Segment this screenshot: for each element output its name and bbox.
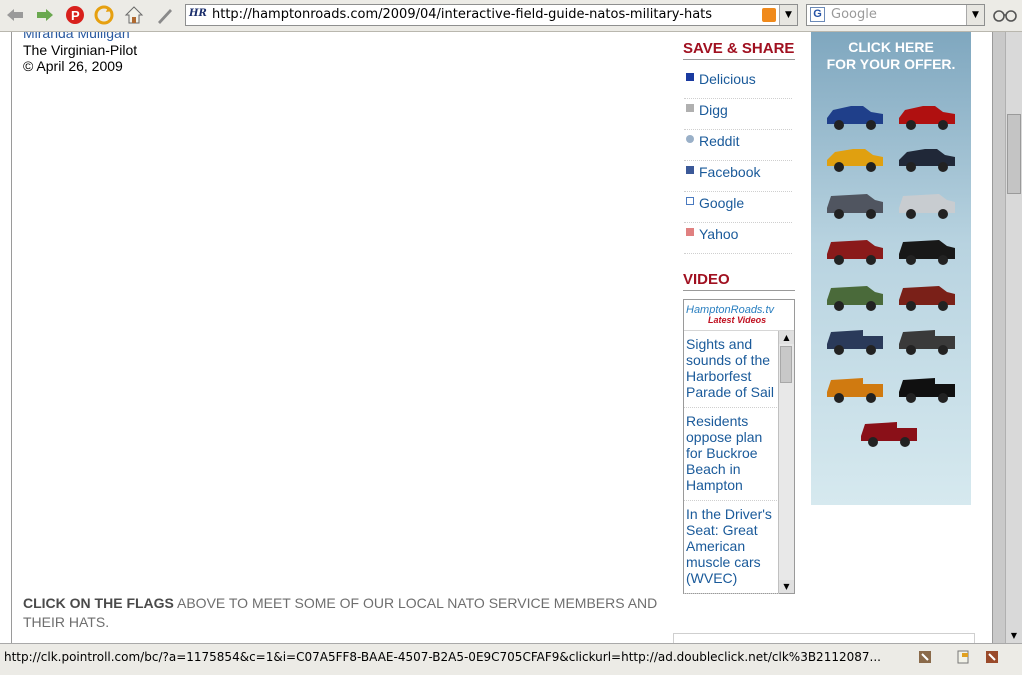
digg-icon: [686, 104, 694, 112]
byline-organization: The Virginian-Pilot: [23, 42, 138, 58]
video-scroll-thumb[interactable]: [780, 346, 792, 383]
forward-arrow-icon: [37, 9, 53, 21]
home-button[interactable]: [123, 4, 145, 26]
car-image: [899, 286, 955, 311]
share-item-label[interactable]: Google: [699, 195, 744, 211]
google-icon: [686, 197, 694, 205]
edit-button[interactable]: [154, 4, 176, 26]
google-engine-icon[interactable]: G: [810, 7, 825, 22]
page-scroll-thumb[interactable]: [1007, 114, 1021, 194]
status-bar: http://clk.pointroll.com/bc/?a=1175854&c…: [0, 643, 1022, 675]
latest-videos-label: Latest Videos: [708, 315, 767, 325]
car-image: [899, 194, 955, 219]
scroll-up-arrow-icon[interactable]: ▲: [779, 331, 794, 344]
search-dropdown-button[interactable]: ▼: [966, 5, 984, 25]
share-item-digg[interactable]: Digg: [684, 99, 792, 130]
save-share-heading: SAVE & SHARE: [683, 40, 795, 60]
video-link[interactable]: Residents oppose plan for Buckroe Beach …: [684, 408, 779, 501]
video-list-scrollbar[interactable]: ▲ ▼: [778, 331, 794, 593]
video-heading: VIDEO: [683, 271, 795, 291]
scroll-down-arrow-icon[interactable]: ▼: [779, 580, 794, 593]
car-image: [861, 422, 917, 447]
car-image: [827, 286, 883, 311]
find-button[interactable]: [992, 4, 1018, 26]
car-image: [899, 240, 955, 265]
car-image: [899, 106, 955, 130]
car-image: [827, 330, 883, 355]
back-arrow-icon: [7, 9, 23, 21]
car-image: [827, 106, 883, 130]
right-margin: [993, 32, 1005, 643]
rss-icon[interactable]: [762, 8, 776, 22]
addon-icon[interactable]: [985, 650, 999, 664]
share-item-yahoo[interactable]: Yahoo: [684, 223, 792, 254]
forward-button[interactable]: [34, 4, 56, 26]
ad-headline-2[interactable]: FOR YOUR OFFER.: [811, 56, 971, 72]
reload-button[interactable]: [93, 4, 115, 26]
page-scrollbar[interactable]: ▼: [1005, 32, 1022, 643]
glasses-icon: [993, 10, 1017, 22]
video-link[interactable]: Sights and sounds of the Harborfest Para…: [684, 331, 779, 408]
page-info-icon[interactable]: [918, 650, 932, 664]
home-icon: [124, 6, 144, 24]
car-image: [827, 240, 883, 265]
yahoo-icon: [686, 228, 694, 236]
flags-instructions: CLICK ON THE FLAGS ABOVE TO MEET SOME OF…: [23, 594, 683, 632]
back-button[interactable]: [4, 4, 26, 26]
video-list: Sights and sounds of the Harborfest Para…: [684, 331, 779, 594]
share-item-label[interactable]: Facebook: [699, 164, 760, 180]
car-image: [827, 378, 883, 403]
reddit-icon: [686, 135, 694, 143]
byline-author-link[interactable]: Miranda Mulligan: [23, 32, 130, 41]
facebook-icon: [686, 166, 694, 174]
page-viewport: Miranda Mulligan The Virginian-Pilot © A…: [0, 32, 1005, 643]
browser-toolbar: P HR http://hamptonroads.com/2009/04/int…: [0, 0, 1022, 32]
share-item-google[interactable]: Google: [684, 192, 792, 223]
video-widget-header: HamptonRoads.tv Latest Videos: [684, 300, 794, 331]
p-icon: P: [66, 6, 84, 24]
share-item-label[interactable]: Reddit: [699, 133, 739, 149]
url-text[interactable]: http://hamptonroads.com/2009/04/interact…: [212, 7, 712, 22]
status-link-url: http://clk.pointroll.com/bc/?a=1175854&c…: [4, 650, 881, 664]
bottom-widget-edge: [673, 633, 975, 643]
car-image: [899, 149, 955, 172]
car-image: [827, 194, 883, 219]
video-link[interactable]: In the Driver's Seat: Great American mus…: [684, 501, 779, 594]
reload-icon: [94, 5, 114, 25]
url-bar[interactable]: HR http://hamptonroads.com/2009/04/inter…: [185, 4, 798, 26]
share-item-delicious[interactable]: Delicious: [684, 68, 792, 99]
left-divider: [11, 32, 12, 643]
scroll-down-arrow-icon[interactable]: ▼: [1006, 629, 1022, 643]
flags-instructions-bold: CLICK ON THE FLAGS: [23, 595, 174, 611]
pocket-button[interactable]: P: [64, 4, 86, 26]
share-item-label[interactable]: Digg: [699, 102, 728, 118]
car-dealer-ad[interactable]: CLICK HERE FOR YOUR OFFER.: [811, 32, 971, 505]
share-item-reddit[interactable]: Reddit: [684, 130, 792, 161]
delicious-icon: [686, 73, 694, 81]
site-favicon-icon: HR: [189, 8, 207, 19]
document-icon[interactable]: [956, 650, 970, 664]
byline-date: © April 26, 2009: [23, 58, 123, 74]
search-bar[interactable]: G Google ▼: [806, 4, 985, 26]
url-dropdown-button[interactable]: ▼: [779, 5, 797, 25]
car-image: [827, 149, 883, 172]
video-widget: HamptonRoads.tv Latest Videos Sights and…: [683, 299, 795, 594]
pencil-icon: [158, 9, 172, 24]
share-item-label[interactable]: Yahoo: [699, 226, 738, 242]
car-image: [899, 330, 955, 355]
share-item-facebook[interactable]: Facebook: [684, 161, 792, 192]
ad-headline-1[interactable]: CLICK HERE: [811, 39, 971, 55]
share-item-label[interactable]: Delicious: [699, 71, 756, 87]
search-input[interactable]: Google: [831, 7, 877, 22]
car-image: [899, 378, 955, 403]
svg-text:P: P: [71, 8, 80, 23]
